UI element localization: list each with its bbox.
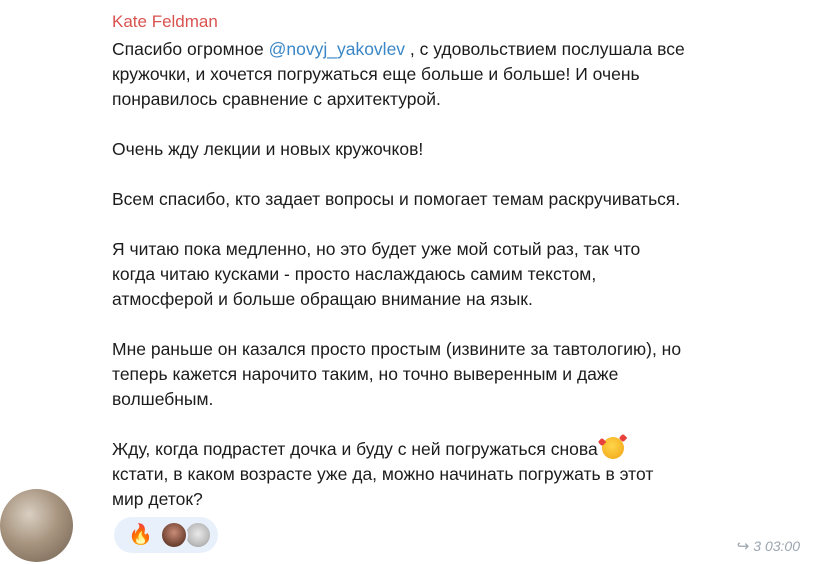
text-line: атмосферой и больше обращаю внимание на … — [112, 289, 533, 309]
paragraph: Мне раньше он казался просто простым (из… — [112, 337, 812, 412]
sender-name[interactable]: Kate Feldman — [112, 12, 218, 32]
paragraph: Спасибо огромное @novyj_yakovlev , с удо… — [112, 37, 812, 112]
text-line: Всем спасибо, кто задает вопросы и помог… — [112, 189, 681, 209]
text-line: когда читаю кусками - просто наслаждаюсь… — [112, 264, 597, 284]
reactor-avatar — [184, 521, 212, 549]
text-line: Спасибо огромное — [112, 39, 269, 59]
paragraph: Очень жду лекции и новых кружочков! — [112, 137, 812, 162]
paragraph: Я читаю пока медленно, но это будет уже … — [112, 237, 812, 312]
text-line: , с удовольствием послушала все — [405, 39, 685, 59]
paragraph: Жду, когда подрастет дочка и буду с ней … — [112, 437, 812, 512]
text-line: теперь кажется нарочито таким, но точно … — [112, 364, 619, 384]
forward-icon[interactable]: ↪ — [737, 537, 750, 555]
reactor-avatar — [160, 521, 188, 549]
message-bubble: Kate Feldman Спасибо огромное @novyj_yak… — [94, 0, 818, 564]
smiling-face-with-hearts-icon — [601, 437, 624, 459]
text-line: кстати, в каком возрасте уже да, можно н… — [112, 464, 654, 484]
text-line: мир деток? — [112, 489, 203, 509]
message-time: 3 03:00 — [753, 538, 800, 554]
text-line: Очень жду лекции и новых кружочков! — [112, 139, 424, 159]
text-line: Мне раньше он казался просто простым (из… — [112, 339, 682, 359]
text-line: кружочки, и хочется погружаться еще боль… — [112, 64, 640, 84]
mention-link[interactable]: @novyj_yakovlev — [269, 39, 405, 59]
message-meta: ↪ 3 03:00 — [737, 537, 800, 555]
message-text: Спасибо огромное @novyj_yakovlev , с удо… — [112, 37, 812, 512]
text-line: Жду, когда подрастет дочка и буду с ней … — [112, 439, 598, 459]
text-line: Я читаю пока медленно, но это будет уже … — [112, 239, 641, 259]
fire-icon: 🔥 — [128, 524, 153, 546]
paragraph: Всем спасибо, кто задает вопросы и помог… — [112, 187, 812, 212]
sender-avatar[interactable] — [0, 489, 73, 562]
text-line: понравилось сравнение с архитектурой. — [112, 89, 441, 109]
text-line: волшебным. — [112, 389, 214, 409]
reaction-chip[interactable]: 🔥 — [114, 517, 218, 553]
